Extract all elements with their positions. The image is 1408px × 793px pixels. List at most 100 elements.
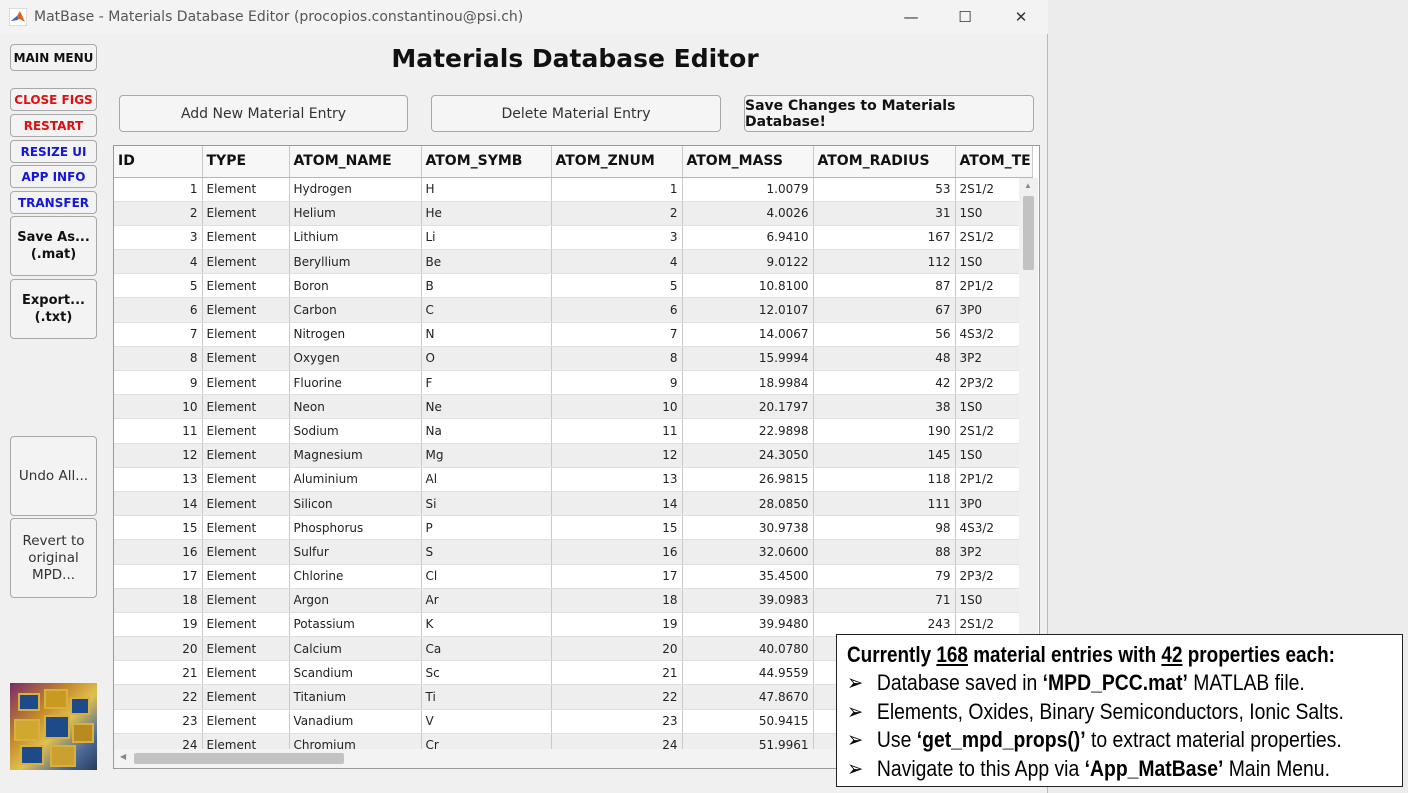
table-cell[interactable]: Be [421, 249, 552, 275]
table-cell[interactable]: Element [202, 564, 290, 589]
table-cell[interactable]: Element [202, 491, 290, 517]
table-cell[interactable]: 167 [813, 225, 956, 251]
table-cell[interactable]: Element [202, 418, 290, 444]
table-cell[interactable]: Element [202, 297, 290, 323]
table-row[interactable]: 2 Element Helium He 2 4.0026 31 1S0 [114, 201, 1033, 226]
scroll-left-icon[interactable]: ◀ [120, 752, 126, 761]
table-cell[interactable]: Hydrogen [289, 177, 422, 202]
table-cell[interactable]: 4 [114, 249, 203, 275]
table-cell[interactable]: Ar [421, 588, 552, 613]
column-header[interactable]: ATOM_ZNUM [551, 146, 683, 178]
table-cell[interactable]: Si [421, 491, 552, 517]
table-cell[interactable]: 6 [114, 297, 203, 323]
table-cell[interactable]: 14.0067 [682, 322, 814, 347]
table-cell[interactable]: 18 [114, 588, 203, 613]
table-row[interactable]: 18 Element Argon Ar 18 39.0983 71 1S0 [114, 588, 1033, 613]
add-entry-button[interactable]: Add New Material Entry [119, 95, 408, 132]
table-cell[interactable]: 10.8100 [682, 273, 814, 299]
table-cell[interactable]: V [421, 709, 552, 734]
revert-button[interactable]: Revert to original MPD... [10, 518, 97, 598]
table-cell[interactable]: 20 [551, 636, 683, 662]
table-cell[interactable]: 17 [114, 564, 203, 589]
table-cell[interactable]: Element [202, 467, 290, 492]
table-cell[interactable]: Element [202, 249, 290, 275]
table-cell[interactable]: 7 [114, 322, 203, 347]
table-row[interactable]: 10 Element Neon Ne 10 20.1797 38 1S0 [114, 394, 1033, 420]
column-header[interactable]: ATOM_MASS [682, 146, 814, 178]
table-cell[interactable]: 15.9994 [682, 346, 814, 372]
table-cell[interactable]: 9 [551, 370, 683, 396]
table-cell[interactable]: 50.9415 [682, 709, 814, 734]
table-cell[interactable]: 13 [114, 467, 203, 492]
table-cell[interactable]: Potassium [289, 612, 422, 638]
table-cell[interactable]: Beryllium [289, 249, 422, 275]
table-cell[interactable]: Element [202, 684, 290, 710]
table-cell[interactable]: Na [421, 418, 552, 444]
table-cell[interactable]: 145 [813, 443, 956, 468]
table-cell[interactable]: 42 [813, 370, 956, 396]
table-cell[interactable]: S [421, 539, 552, 565]
column-header[interactable]: ATOM_NAME [289, 146, 422, 178]
table-cell[interactable]: Nitrogen [289, 322, 422, 347]
table-cell[interactable]: 40.0780 [682, 636, 814, 662]
table-cell[interactable]: Element [202, 709, 290, 734]
table-cell[interactable]: 39.0983 [682, 588, 814, 613]
table-cell[interactable]: Ne [421, 394, 552, 420]
table-cell[interactable]: 18 [551, 588, 683, 613]
table-cell[interactable]: 21 [551, 660, 683, 686]
table-cell[interactable]: Boron [289, 273, 422, 299]
table-cell[interactable]: 2 [551, 201, 683, 226]
scroll-up-icon[interactable]: ▲ [1024, 181, 1032, 190]
table-row[interactable]: 1 Element Hydrogen H 1 1.0079 53 2S1/2 [114, 177, 1033, 202]
table-cell[interactable]: Chlorine [289, 564, 422, 589]
table-cell[interactable]: 16 [114, 539, 203, 565]
table-row[interactable]: 8 Element Oxygen O 8 15.9994 48 3P2 [114, 346, 1033, 372]
table-cell[interactable]: 190 [813, 418, 956, 444]
transfer-button[interactable]: TRANSFER [10, 191, 97, 214]
table-cell[interactable]: 24.3050 [682, 443, 814, 468]
table-cell[interactable]: 44.9559 [682, 660, 814, 686]
table-cell[interactable]: Oxygen [289, 346, 422, 372]
column-header[interactable]: ATOM_SYMB [421, 146, 552, 178]
table-cell[interactable]: P [421, 515, 552, 541]
table-cell[interactable]: 1 [551, 177, 683, 202]
table-cell[interactable]: Li [421, 225, 552, 251]
column-header[interactable]: TYPE [202, 146, 290, 178]
table-cell[interactable]: 13 [551, 467, 683, 492]
save-as-button[interactable]: Save As... (.mat) [10, 216, 97, 276]
table-cell[interactable]: 31 [813, 201, 956, 226]
table-cell[interactable]: Element [202, 177, 290, 202]
table-cell[interactable]: B [421, 273, 552, 299]
table-cell[interactable]: Mg [421, 443, 552, 468]
table-row[interactable]: 7 Element Nitrogen N 7 14.0067 56 4S3/2 [114, 322, 1033, 347]
table-cell[interactable]: 53 [813, 177, 956, 202]
table-cell[interactable]: 14 [551, 491, 683, 517]
table-cell[interactable]: Element [202, 394, 290, 420]
table-cell[interactable]: Titanium [289, 684, 422, 710]
save-changes-button[interactable]: Save Changes to Materials Database! [744, 95, 1034, 132]
table-cell[interactable]: 30.9738 [682, 515, 814, 541]
table-cell[interactable]: 17 [551, 564, 683, 589]
table-cell[interactable]: Element [202, 515, 290, 541]
table-cell[interactable]: 28.0850 [682, 491, 814, 517]
table-cell[interactable]: Sulfur [289, 539, 422, 565]
table-cell[interactable]: Element [202, 443, 290, 468]
table-cell[interactable]: 48 [813, 346, 956, 372]
table-cell[interactable]: 11 [114, 418, 203, 444]
table-cell[interactable]: 19 [551, 612, 683, 638]
table-cell[interactable]: He [421, 201, 552, 226]
table-cell[interactable]: Lithium [289, 225, 422, 251]
table-cell[interactable]: 7 [551, 322, 683, 347]
table-cell[interactable]: 11 [551, 418, 683, 444]
table-cell[interactable]: 47.8670 [682, 684, 814, 710]
table-cell[interactable]: Element [202, 201, 290, 226]
table-cell[interactable]: 5 [114, 273, 203, 299]
table-cell[interactable]: Element [202, 346, 290, 372]
table-cell[interactable]: Element [202, 660, 290, 686]
table-cell[interactable]: 22 [551, 684, 683, 710]
table-cell[interactable]: 8 [551, 346, 683, 372]
table-cell[interactable]: 20 [114, 636, 203, 662]
table-cell[interactable]: 88 [813, 539, 956, 565]
table-row[interactable]: 13 Element Aluminium Al 13 26.9815 118 2P1/2 [114, 467, 1033, 492]
table-cell[interactable]: 98 [813, 515, 956, 541]
